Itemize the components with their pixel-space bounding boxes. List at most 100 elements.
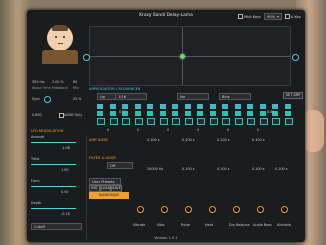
step-cell[interactable] — [284, 111, 291, 116]
step-cell[interactable] — [134, 111, 141, 116]
bottom-knob[interactable] — [137, 206, 144, 213]
lfo-form-slider[interactable] — [31, 186, 76, 187]
step-cell[interactable] — [97, 104, 103, 109]
step-cell[interactable] — [147, 118, 155, 125]
step-cell[interactable] — [122, 104, 128, 109]
voice-val-2: 80 — [73, 80, 78, 84]
lfo-depth-slider[interactable] — [31, 208, 76, 209]
bank-checkbox[interactable] — [284, 14, 290, 19]
step-cell[interactable] — [234, 118, 243, 125]
step-cell[interactable] — [172, 111, 178, 116]
lfo-dest-dropdown[interactable]: Cutoff — [31, 223, 82, 230]
step-cell[interactable] — [197, 111, 203, 116]
step-cell[interactable] — [134, 118, 143, 125]
step-cell[interactable] — [147, 111, 153, 116]
step-cell[interactable] — [284, 104, 291, 109]
voice-label-2: Mix — [73, 86, 79, 90]
arp-rate-dropdown[interactable]: 1/16 — [115, 93, 147, 100]
step-cell[interactable] — [222, 118, 230, 125]
sync-knob[interactable] — [44, 96, 51, 103]
step-cell[interactable] — [209, 111, 216, 116]
set-arp-button[interactable]: SET ARP — [283, 92, 303, 99]
bottom-knob[interactable] — [233, 206, 240, 213]
bottom-knob[interactable] — [281, 206, 288, 213]
randomize-button[interactable]: RANDOMIZE — [89, 192, 129, 199]
bottom-knob[interactable] — [257, 206, 264, 213]
lfo-value-3: -0.18 — [61, 212, 70, 216]
arp-row2-val: 0 — [257, 128, 260, 132]
step-cell[interactable] — [159, 104, 166, 109]
step-cell[interactable] — [184, 104, 191, 109]
step-cell[interactable] — [247, 111, 253, 116]
bottom-knob-label: Heat — [205, 223, 214, 227]
amp-val-3: 0.100 s — [252, 138, 265, 142]
step-cell[interactable] — [197, 104, 203, 109]
step-cell[interactable] — [272, 104, 278, 109]
filter-type-dropdown[interactable]: Off — [107, 162, 133, 169]
load-button[interactable]: LOAD — [100, 185, 111, 192]
lfo-amount-slider[interactable] — [31, 142, 76, 143]
step-cell[interactable] — [172, 104, 178, 109]
step-cell[interactable] — [259, 118, 268, 125]
xy-pad[interactable] — [89, 26, 291, 86]
step-cell[interactable] — [159, 118, 168, 125]
bottom-knob[interactable] — [161, 206, 168, 213]
step-cell[interactable] — [209, 104, 216, 109]
bottom-knob[interactable] — [185, 206, 192, 213]
lfo-time-slider[interactable] — [31, 164, 76, 165]
step-cell[interactable] — [134, 104, 141, 109]
step-cell[interactable] — [97, 111, 103, 116]
save-button[interactable]: SAVE — [111, 185, 122, 192]
bottom-knob[interactable] — [209, 206, 216, 213]
step-cell[interactable] — [247, 118, 255, 125]
step-cell[interactable] — [259, 104, 266, 109]
bottom-knob-label: Audio Boss — [253, 223, 272, 227]
step-cell[interactable] — [284, 118, 293, 125]
arp-row2-val: 0 — [137, 128, 140, 132]
step-cell[interactable] — [272, 118, 280, 125]
bank-toggle[interactable]: A Key — [284, 14, 301, 19]
step-cell[interactable] — [234, 104, 241, 109]
step-cell[interactable] — [247, 104, 253, 109]
xy-pad-handle[interactable] — [180, 54, 185, 59]
step-cell[interactable] — [222, 111, 228, 116]
step-cell[interactable] — [172, 118, 180, 125]
amp-val-0: 0.100 s — [147, 138, 160, 142]
rate-dropdown[interactable]: 90% ▾ — [264, 13, 282, 20]
arp-mode-dropdown[interactable]: Up — [97, 93, 117, 100]
step-cell[interactable] — [184, 118, 193, 125]
user-presets-label: User Presets — [92, 179, 115, 184]
lfo-label-1: Time — [31, 157, 40, 161]
step-cell[interactable] — [159, 111, 166, 116]
lfo-title: LFO MODULATION — [31, 129, 64, 133]
step-cell[interactable] — [109, 111, 116, 116]
arp-pitch-dropdown[interactable]: Bins — [219, 93, 251, 100]
step-cell[interactable] — [197, 118, 205, 125]
midi-keys-label: Midi Keys — [244, 14, 262, 19]
user-presets-dropdown[interactable]: User Presets — [89, 178, 121, 185]
header-controls: Midi Keys 90% ▾ A Key — [238, 13, 301, 20]
step-cell[interactable] — [109, 118, 118, 125]
midi-keys-toggle[interactable]: Midi Keys — [238, 14, 261, 19]
xy-left-knob[interactable] — [83, 54, 90, 61]
init-button[interactable]: INIT — [89, 185, 100, 192]
step-cell[interactable] — [122, 111, 128, 116]
voice-val-3: 25 % — [73, 97, 82, 101]
arp-steps-dropdown[interactable]: No — [177, 93, 209, 100]
step-cell[interactable] — [222, 104, 228, 109]
step-cell[interactable] — [272, 111, 278, 116]
xy-right-knob[interactable] — [292, 54, 299, 61]
background-face — [302, 110, 324, 152]
plugin-window: Krazy Sandi Delay-Lama Midi Keys 90% ▾ A… — [27, 10, 305, 242]
step-cell[interactable] — [122, 118, 130, 125]
midi-keys-checkbox[interactable] — [238, 14, 244, 19]
filter-val-2: 0.100 s — [252, 167, 265, 171]
step-cell[interactable] — [234, 111, 241, 116]
voice-val-1: 2.00 % — [52, 80, 64, 84]
step-cell[interactable] — [209, 118, 218, 125]
step-cell[interactable] — [97, 118, 105, 125]
step-cell[interactable] — [147, 104, 153, 109]
step-cell[interactable] — [109, 104, 116, 109]
step-cell[interactable] — [184, 111, 191, 116]
step-cell[interactable] — [259, 111, 266, 116]
